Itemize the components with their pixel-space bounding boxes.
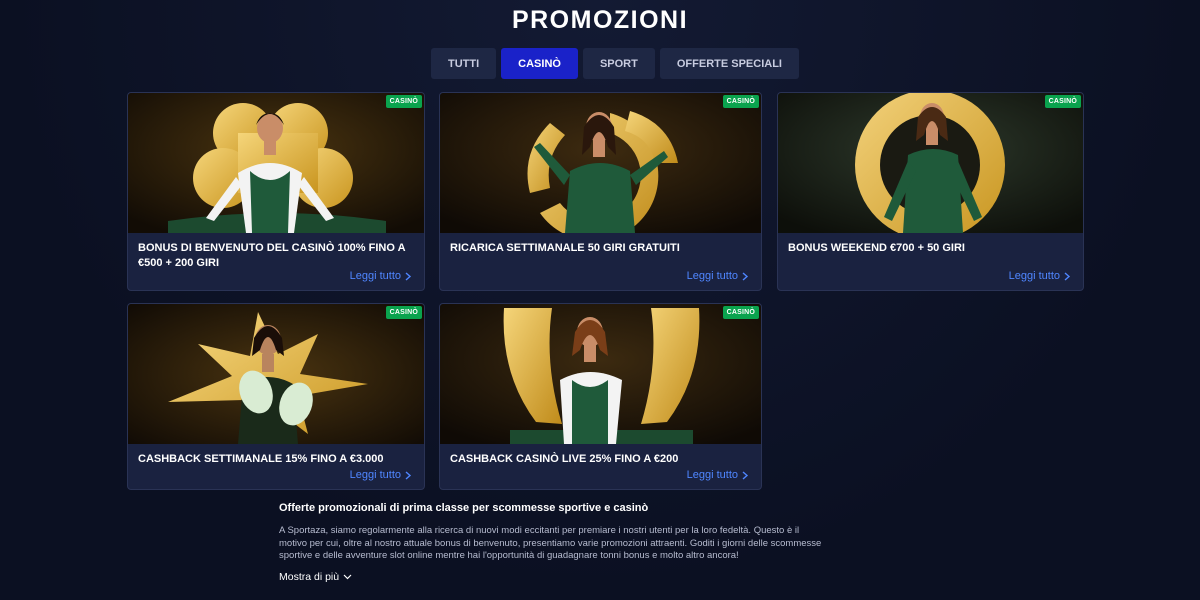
read-more-label: Leggi tutto — [1008, 270, 1060, 282]
read-more-link[interactable]: Leggi tutto — [1009, 270, 1071, 282]
tab-tutti[interactable]: TUTTI — [431, 48, 497, 79]
promo-title: RICARICA SETTIMANALE 50 GIRI GRATUITI — [450, 242, 680, 254]
promo-image: CASINÒ — [440, 93, 761, 233]
promo-image: CASINÒ — [128, 93, 424, 233]
chevron-right-icon — [742, 271, 749, 281]
show-more-button[interactable]: Mostra di più — [279, 571, 829, 583]
promo-card-weekly-reload[interactable]: CASINÒ RICARICA SETTIMANALE 50 GIRI GRAT… — [439, 92, 762, 291]
chevron-right-icon — [1064, 271, 1071, 281]
chevron-right-icon — [405, 470, 412, 480]
promo-card-weekly-cashback[interactable]: CASINÒ CASHBACK SETTIMANALE 15% FINO A €… — [127, 303, 425, 490]
promo-card-weekend-bonus[interactable]: CASINÒ BONUS WEEKEND €700 + 50 GIRI Legg… — [777, 92, 1084, 291]
chevron-right-icon — [742, 470, 749, 480]
tab-sport[interactable]: SPORT — [582, 48, 655, 79]
read-more-label: Leggi tutto — [686, 469, 738, 481]
promo-title: CASHBACK CASINÒ LIVE 25% FINO A €200 — [450, 453, 679, 465]
seo-section: Offerte promozionali di prima classe per… — [279, 502, 829, 583]
read-more-label: Leggi tutto — [349, 469, 401, 481]
read-more-link[interactable]: Leggi tutto — [350, 469, 412, 481]
read-more-link[interactable]: Leggi tutto — [687, 270, 749, 282]
casino-badge: CASINÒ — [385, 306, 422, 319]
read-more-label: Leggi tutto — [349, 270, 401, 282]
promo-title: CASHBACK SETTIMANALE 15% FINO A €3.000 — [138, 453, 384, 465]
promo-image: CASINÒ — [128, 304, 424, 444]
seo-title: Offerte promozionali di prima classe per… — [279, 502, 649, 514]
show-more-label: Mostra di più — [279, 570, 340, 583]
casino-badge: CASINÒ — [1044, 95, 1081, 108]
casino-badge: CASINÒ — [722, 306, 759, 319]
casino-badge: CASINÒ — [722, 95, 759, 108]
promo-card-live-cashback[interactable]: CASINÒ CASHBACK CASINÒ LIVE 25% FINO A €… — [439, 303, 762, 490]
promo-card-welcome[interactable]: CASINÒ BONUS DI BENVENUTO DEL CASINÒ 100… — [127, 92, 425, 291]
read-more-link[interactable]: Leggi tutto — [687, 469, 749, 481]
read-more-link[interactable]: Leggi tutto — [350, 270, 412, 282]
casino-badge: CASINÒ — [385, 95, 422, 108]
chevron-down-icon — [343, 574, 352, 579]
tab-casino[interactable]: CASINÒ — [501, 48, 578, 79]
page-title: PROMOZIONI — [511, 6, 689, 34]
promo-image: CASINÒ — [440, 304, 761, 444]
promo-title: BONUS WEEKEND €700 + 50 GIRI — [788, 242, 965, 254]
chevron-right-icon — [405, 271, 412, 281]
promo-title: BONUS DI BENVENUTO DEL CASINÒ 100% FINO … — [138, 242, 406, 269]
category-tabs: TUTTI CASINÒ SPORT OFFERTE SPECIALI — [431, 48, 799, 79]
tab-offerte-speciali[interactable]: OFFERTE SPECIALI — [659, 48, 799, 79]
read-more-label: Leggi tutto — [686, 270, 738, 282]
promo-image: CASINÒ — [778, 93, 1083, 233]
seo-text: A Sportaza, siamo regolarmente alla rice… — [279, 525, 822, 561]
